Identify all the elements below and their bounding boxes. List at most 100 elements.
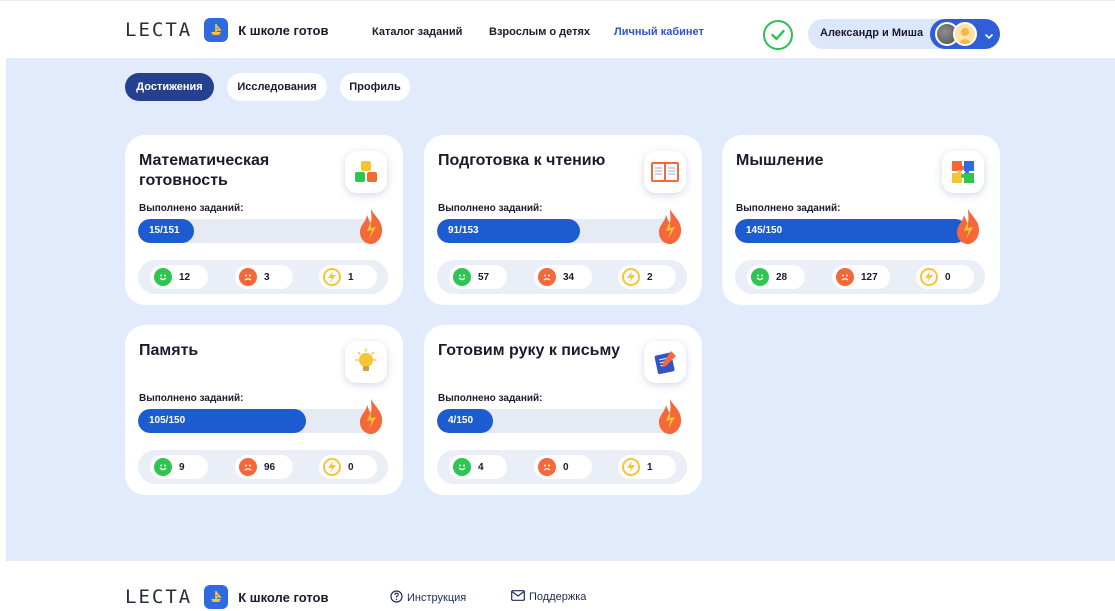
bonus-value: 1 <box>647 461 653 473</box>
top-header: LECTA К школе готов Каталог заданий Взро… <box>0 0 1115 58</box>
progress-text: 105/150 <box>149 415 186 426</box>
lightning-icon <box>920 268 938 286</box>
progress-bar: 15/151 <box>138 219 378 243</box>
correct-count: 28 <box>747 265 805 289</box>
card-title: Подготовка к чтению <box>438 152 606 169</box>
instruction-label: Инструкция <box>407 592 467 604</box>
lightning-icon <box>323 458 341 476</box>
lightning-icon <box>323 268 341 286</box>
card-title: Память <box>139 342 199 359</box>
tab-profile[interactable]: Профиль <box>340 73 410 101</box>
sad-face-icon <box>239 268 257 286</box>
smile-icon <box>453 268 471 286</box>
bonus-count: 2 <box>618 265 676 289</box>
wrong-count: 127 <box>832 265 890 289</box>
check-circle-icon[interactable] <box>763 20 793 50</box>
correct-value: 4 <box>478 461 484 473</box>
brand-wordmark: LECTA <box>125 19 193 41</box>
stats-row: 57 34 2 <box>437 260 687 294</box>
avatar-child <box>953 22 977 46</box>
smile-icon <box>453 458 471 476</box>
support-link[interactable]: Поддержка <box>511 590 586 604</box>
tab-achievements[interactable]: Достижения <box>125 73 214 101</box>
wrong-value: 96 <box>264 461 276 473</box>
wrong-value: 0 <box>563 461 569 473</box>
correct-value: 9 <box>179 461 185 473</box>
skill-card[interactable]: Мышление Выполнено заданий: 145/150 28 1… <box>722 135 1000 305</box>
done-label: Выполнено заданий: <box>438 393 543 404</box>
instruction-link[interactable]: Инструкция <box>390 590 466 606</box>
footer-brand-title: К школе готов <box>238 589 329 605</box>
brand-title: К школе готов <box>238 22 329 38</box>
flame-icon <box>954 207 982 250</box>
correct-count: 57 <box>449 265 507 289</box>
stats-row: 28 127 0 <box>735 260 985 294</box>
bonus-count: 1 <box>319 265 377 289</box>
correct-value: 57 <box>478 271 490 283</box>
open-book-icon <box>644 151 686 193</box>
card-title: Математическая готовность <box>139 152 270 189</box>
support-label: Поддержка <box>529 591 587 603</box>
skill-card[interactable]: Математическая готовность Выполнено зада… <box>125 135 403 305</box>
stats-row: 12 3 1 <box>138 260 388 294</box>
progress-bar: 91/153 <box>437 219 677 243</box>
mail-icon <box>511 590 525 604</box>
progress-text: 145/150 <box>746 225 783 236</box>
tab-research[interactable]: Исследования <box>227 73 327 101</box>
sad-face-icon <box>239 458 257 476</box>
stats-row: 4 0 1 <box>437 450 687 484</box>
ship-logo-icon <box>204 585 229 609</box>
progress-text: 15/151 <box>149 225 180 236</box>
bonus-value: 2 <box>647 271 653 283</box>
bonus-count: 0 <box>319 455 377 479</box>
smile-icon <box>154 458 172 476</box>
flame-icon <box>357 207 385 250</box>
progress-bar: 145/150 <box>735 219 975 243</box>
card-title: Мышление <box>736 152 824 169</box>
skill-card[interactable]: Память Выполнено заданий: 105/150 9 96 0 <box>125 325 403 495</box>
user-menu[interactable]: Александр и Миша <box>808 19 1000 49</box>
bonus-count: 0 <box>916 265 974 289</box>
nav-personal-account[interactable]: Личный кабинет <box>614 26 704 38</box>
number-blocks-icon <box>345 151 387 193</box>
nav-catalog[interactable]: Каталог заданий <box>372 26 462 38</box>
sad-face-icon <box>836 268 854 286</box>
chevron-down-icon[interactable] <box>984 28 994 46</box>
done-label: Выполнено заданий: <box>139 203 244 214</box>
bonus-value: 0 <box>348 461 354 473</box>
flame-icon <box>656 397 684 440</box>
progress-bar: 105/150 <box>138 409 378 433</box>
skill-card[interactable]: Подготовка к чтению Выполнено заданий: 9… <box>424 135 702 305</box>
correct-count: 4 <box>449 455 507 479</box>
nav-for-adults[interactable]: Взрослым о детях <box>489 26 590 38</box>
smile-icon <box>154 268 172 286</box>
wrong-count: 3 <box>235 265 293 289</box>
correct-value: 28 <box>776 271 788 283</box>
progress-text: 4/150 <box>448 415 474 426</box>
flame-icon <box>357 397 385 440</box>
stats-row: 9 96 0 <box>138 450 388 484</box>
sad-face-icon <box>538 458 556 476</box>
correct-value: 12 <box>179 271 191 283</box>
wrong-count: 0 <box>534 455 592 479</box>
smile-icon <box>751 268 769 286</box>
profile-switcher[interactable] <box>930 19 1000 49</box>
done-label: Выполнено заданий: <box>736 203 841 214</box>
progress-bar: 4/150 <box>437 409 677 433</box>
puzzle-icon <box>942 151 984 193</box>
card-title: Готовим руку к письму <box>438 342 621 359</box>
help-circle-icon <box>390 590 403 606</box>
wrong-value: 127 <box>861 271 878 283</box>
wrong-count: 96 <box>235 455 293 479</box>
bonus-count: 1 <box>618 455 676 479</box>
brand-logo[interactable]: LECTA К школе готов <box>125 18 328 42</box>
footer-brand-logo[interactable]: LECTA К школе готов <box>125 585 328 609</box>
ship-logo-icon <box>204 18 229 42</box>
correct-count: 12 <box>150 265 208 289</box>
skill-card[interactable]: Готовим руку к письму Выполнено заданий:… <box>424 325 702 495</box>
footer: LECTA К школе готов Инструкция Поддержка <box>0 561 1115 611</box>
notebook-pencil-icon <box>644 341 686 383</box>
bonus-value: 0 <box>945 271 951 283</box>
lightbulb-icon <box>345 341 387 383</box>
wrong-value: 3 <box>264 271 270 283</box>
